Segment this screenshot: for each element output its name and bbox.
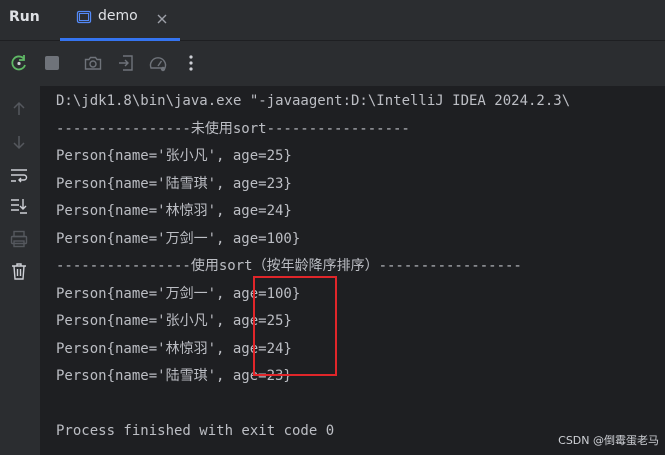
camera-icon[interactable] xyxy=(83,53,103,73)
highlight-box xyxy=(253,276,337,376)
print-icon[interactable] xyxy=(9,229,29,249)
tab-label: demo xyxy=(98,8,138,24)
console-line: Person{name='陆雪琪', age=23} xyxy=(56,176,292,192)
watermark: CSDN @倒霉蛋老马 xyxy=(558,434,659,447)
console-line: Person{name='张小凡', age=25} xyxy=(56,148,292,164)
rerun-icon[interactable] xyxy=(9,53,29,73)
console-line: D:\jdk1.8\bin\java.exe "-javaagent:D:\In… xyxy=(56,93,571,109)
arrow-up-icon[interactable] xyxy=(9,99,29,119)
console-line: ----------------使用sort（按年龄降序排序）---------… xyxy=(56,258,522,274)
arrow-down-icon[interactable] xyxy=(9,132,29,152)
console-sidebar xyxy=(0,86,40,455)
tab-demo[interactable]: demo xyxy=(60,0,180,41)
gauge-icon[interactable] xyxy=(148,53,168,73)
console-line: Person{name='林惊羽', age=24} xyxy=(56,203,292,219)
run-panel-title: Run xyxy=(9,9,40,25)
close-icon[interactable] xyxy=(156,10,168,29)
console-output[interactable]: D:\jdk1.8\bin\java.exe "-javaagent:D:\In… xyxy=(42,86,665,455)
more-icon[interactable] xyxy=(181,53,201,73)
run-tool-window-header: Run demo xyxy=(0,0,665,41)
scroll-to-end-icon[interactable] xyxy=(9,196,29,216)
stop-icon[interactable] xyxy=(42,53,62,73)
run-toolbar xyxy=(0,41,665,86)
console-line: Process finished with exit code 0 xyxy=(56,423,335,439)
console-line: ----------------未使用sort----------------- xyxy=(56,121,410,137)
soft-wrap-icon[interactable] xyxy=(9,166,29,186)
exit-icon[interactable] xyxy=(116,53,136,73)
trash-icon[interactable] xyxy=(9,261,29,281)
run-config-icon xyxy=(76,9,92,29)
console-line: Person{name='万剑一', age=100} xyxy=(56,231,301,247)
